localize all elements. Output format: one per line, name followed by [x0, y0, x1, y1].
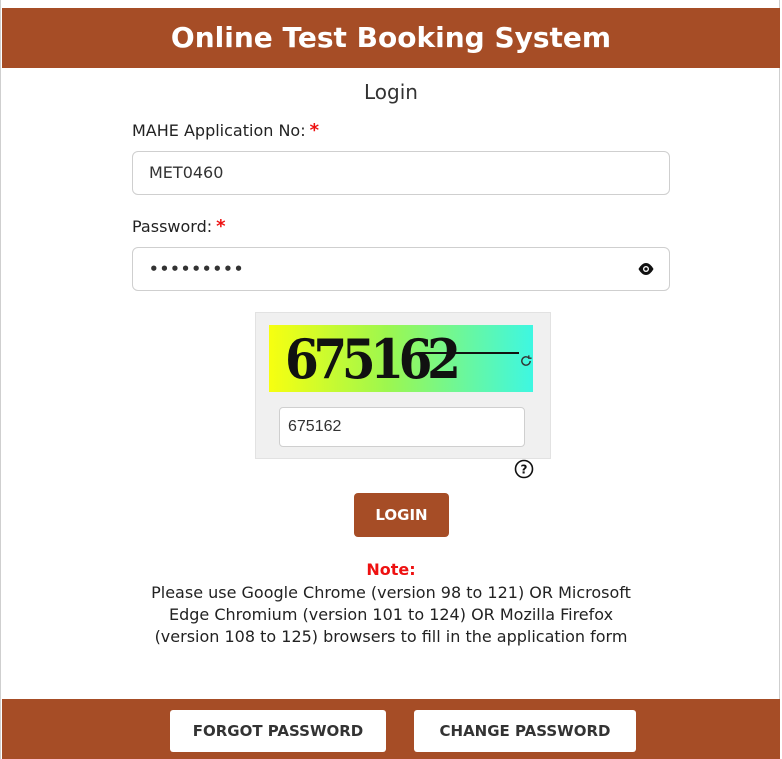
forgot-password-button[interactable]: FORGOT PASSWORD	[170, 710, 386, 752]
app-no-label: MAHE Application No: *	[132, 120, 320, 141]
password-label: Password: *	[132, 216, 226, 237]
required-mark: *	[309, 120, 320, 141]
captcha-image: 675162	[269, 325, 533, 392]
footer-bar: FORGOT PASSWORD CHANGE PASSWORD	[2, 699, 780, 759]
note-line: Please use Google Chrome (version 98 to …	[151, 583, 631, 602]
app-header: Online Test Booking System	[2, 8, 780, 68]
eye-icon[interactable]	[637, 261, 655, 277]
change-password-button[interactable]: CHANGE PASSWORD	[414, 710, 636, 752]
note-line: Edge Chromium (version 101 to 124) OR Mo…	[168, 605, 614, 624]
captcha-input[interactable]: 675162	[279, 407, 525, 447]
captcha-panel: 675162 675162	[255, 312, 551, 459]
page-title: Login	[364, 80, 418, 104]
refresh-icon[interactable]	[519, 354, 533, 368]
password-input[interactable]: •••••••••	[132, 247, 670, 291]
required-mark: *	[216, 216, 226, 237]
login-button[interactable]: LOGIN	[354, 493, 449, 537]
note-text: Please use Google Chrome (version 98 to …	[0, 582, 782, 648]
note-line: (version 108 to 125) browsers to fill in…	[154, 627, 628, 646]
note-title: Note:	[366, 560, 416, 579]
captcha-code: 675162	[285, 327, 461, 391]
header-title: Online Test Booking System	[170, 21, 612, 54]
captcha-strike-line	[419, 352, 519, 354]
help-icon[interactable]: ?	[514, 459, 534, 479]
password-value: •••••••••	[149, 260, 245, 278]
app-no-input[interactable]: MET0460	[132, 151, 670, 195]
svg-text:?: ?	[521, 463, 528, 477]
